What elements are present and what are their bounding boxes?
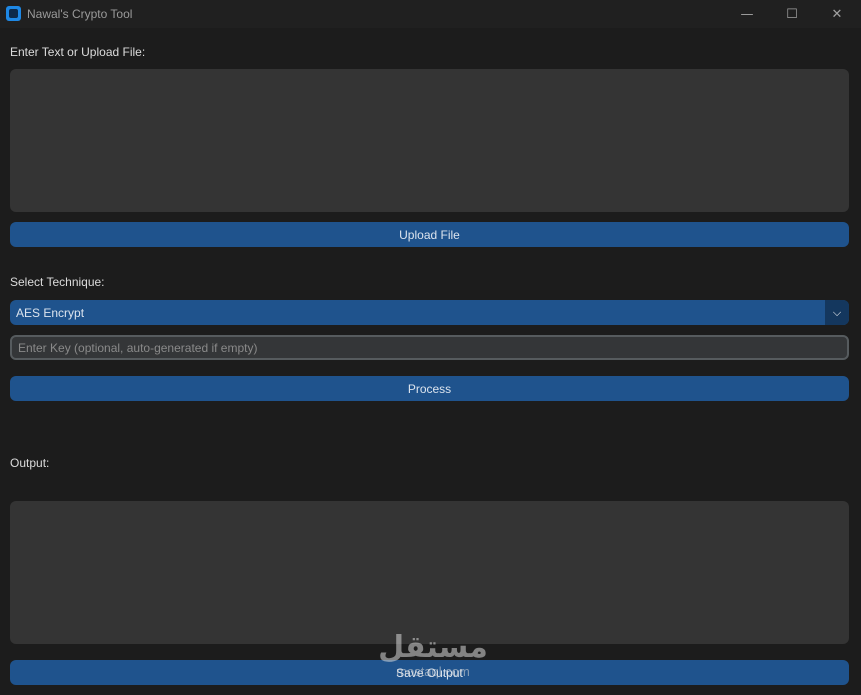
app-window: Nawal's Crypto Tool — ☐ ✕ Enter Text or …	[0, 0, 861, 695]
window-title: Nawal's Crypto Tool	[27, 7, 133, 21]
key-input[interactable]	[10, 335, 849, 360]
technique-selected-value: AES Encrypt	[16, 306, 85, 320]
input-label: Enter Text or Upload File:	[10, 45, 146, 59]
app-icon-inner	[9, 9, 18, 18]
output-textbox[interactable]	[10, 501, 849, 644]
technique-dropdown[interactable]: AES Encrypt ⌵	[10, 300, 849, 325]
chevron-down-icon[interactable]: ⌵	[825, 300, 849, 325]
output-label: Output:	[10, 456, 50, 470]
process-button[interactable]: Process	[10, 376, 849, 401]
technique-label: Select Technique:	[10, 275, 105, 289]
app-icon	[6, 6, 21, 21]
upload-file-button[interactable]: Upload File	[10, 222, 849, 247]
save-output-button[interactable]: Save Output	[10, 660, 849, 685]
close-button[interactable]: ✕	[814, 0, 860, 28]
title-bar[interactable]: Nawal's Crypto Tool — ☐ ✕	[0, 0, 861, 28]
maximize-button[interactable]: ☐	[769, 0, 815, 28]
input-textbox[interactable]	[10, 69, 849, 212]
minimize-button[interactable]: —	[724, 0, 770, 28]
